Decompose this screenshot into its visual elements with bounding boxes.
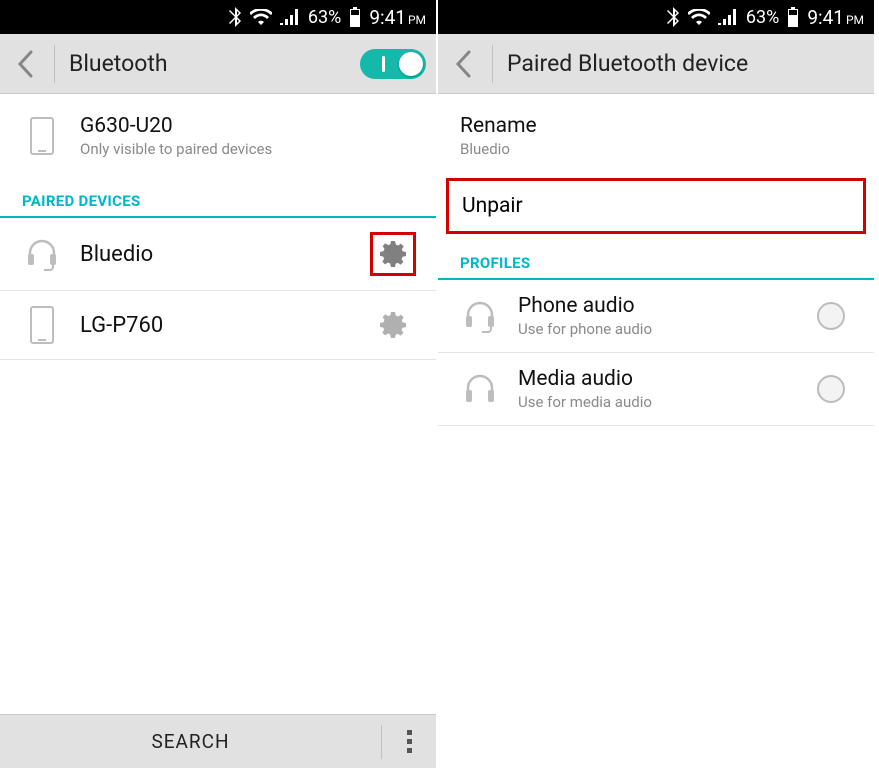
- profile-checkbox[interactable]: [808, 375, 854, 403]
- search-button[interactable]: SEARCH: [0, 730, 381, 753]
- battery-pct: 63%: [746, 7, 779, 28]
- status-time: 9:41PM: [369, 6, 426, 29]
- unpair-label: Unpair: [462, 194, 523, 218]
- radio-unchecked-icon: [817, 375, 845, 403]
- page-title: Bluetooth: [69, 50, 346, 77]
- rename-row[interactable]: Rename Bluedio: [438, 94, 874, 172]
- battery-pct: 63%: [308, 7, 341, 28]
- bluetooth-icon: [666, 7, 680, 27]
- headset-icon: [460, 299, 500, 333]
- device-settings-button[interactable]: [370, 308, 416, 342]
- battery-icon: [349, 7, 361, 27]
- wifi-icon: [250, 9, 272, 25]
- screen-bluetooth-list: 63% 9:41PM Bluetooth G630-U20 Only visib…: [0, 0, 438, 768]
- profile-name: Media audio: [518, 367, 790, 391]
- phone-icon: [22, 305, 62, 345]
- paired-device-name: LG-P760: [80, 313, 352, 338]
- content: Rename Bluedio Unpair PROFILES Phone aud…: [438, 94, 874, 768]
- signal-icon: [280, 9, 300, 25]
- divider: [54, 45, 55, 83]
- profile-name: Phone audio: [518, 294, 790, 318]
- device-visibility: Only visible to paired devices: [80, 140, 416, 158]
- profile-checkbox[interactable]: [808, 302, 854, 330]
- status-bar: 63% 9:41PM: [0, 0, 436, 34]
- radio-unchecked-icon: [817, 302, 845, 330]
- bluetooth-icon: [228, 7, 242, 27]
- headset-icon: [22, 237, 62, 271]
- bottom-bar: SEARCH: [0, 714, 436, 768]
- headphones-icon: [460, 372, 500, 406]
- unpair-button[interactable]: Unpair: [448, 180, 864, 232]
- device-name: G630-U20: [80, 114, 416, 138]
- wifi-icon: [688, 9, 710, 25]
- rename-value: Bluedio: [460, 140, 854, 158]
- profile-row[interactable]: Phone audio Use for phone audio: [438, 280, 874, 353]
- back-button[interactable]: [10, 44, 40, 84]
- gear-icon: [376, 237, 410, 271]
- device-settings-button[interactable]: [370, 232, 416, 276]
- phone-icon: [22, 116, 62, 156]
- page-title: Paired Bluetooth device: [507, 50, 864, 77]
- app-bar: Bluetooth: [0, 34, 436, 94]
- status-time: 9:41PM: [807, 6, 864, 29]
- bluetooth-toggle[interactable]: [360, 49, 426, 79]
- paired-devices-header: PAIRED DEVICES: [0, 178, 436, 218]
- rename-label: Rename: [460, 114, 854, 138]
- overflow-button[interactable]: [382, 730, 436, 753]
- profile-sub: Use for phone audio: [518, 320, 790, 338]
- content: G630-U20 Only visible to paired devices …: [0, 94, 436, 714]
- profile-row[interactable]: Media audio Use for media audio: [438, 353, 874, 426]
- battery-icon: [787, 7, 799, 27]
- divider: [492, 45, 493, 83]
- paired-device-row[interactable]: Bluedio: [0, 218, 436, 291]
- this-device-row[interactable]: G630-U20 Only visible to paired devices: [0, 94, 436, 178]
- paired-device-name: Bluedio: [80, 242, 352, 267]
- profile-sub: Use for media audio: [518, 393, 790, 411]
- gear-icon: [376, 308, 410, 342]
- status-bar: 63% 9:41PM: [438, 0, 874, 34]
- signal-icon: [718, 9, 738, 25]
- screen-paired-device-detail: 63% 9:41PM Paired Bluetooth device Renam…: [438, 0, 876, 768]
- profiles-header: PROFILES: [438, 240, 874, 280]
- app-bar: Paired Bluetooth device: [438, 34, 874, 94]
- paired-device-row[interactable]: LG-P760: [0, 291, 436, 360]
- back-button[interactable]: [448, 44, 478, 84]
